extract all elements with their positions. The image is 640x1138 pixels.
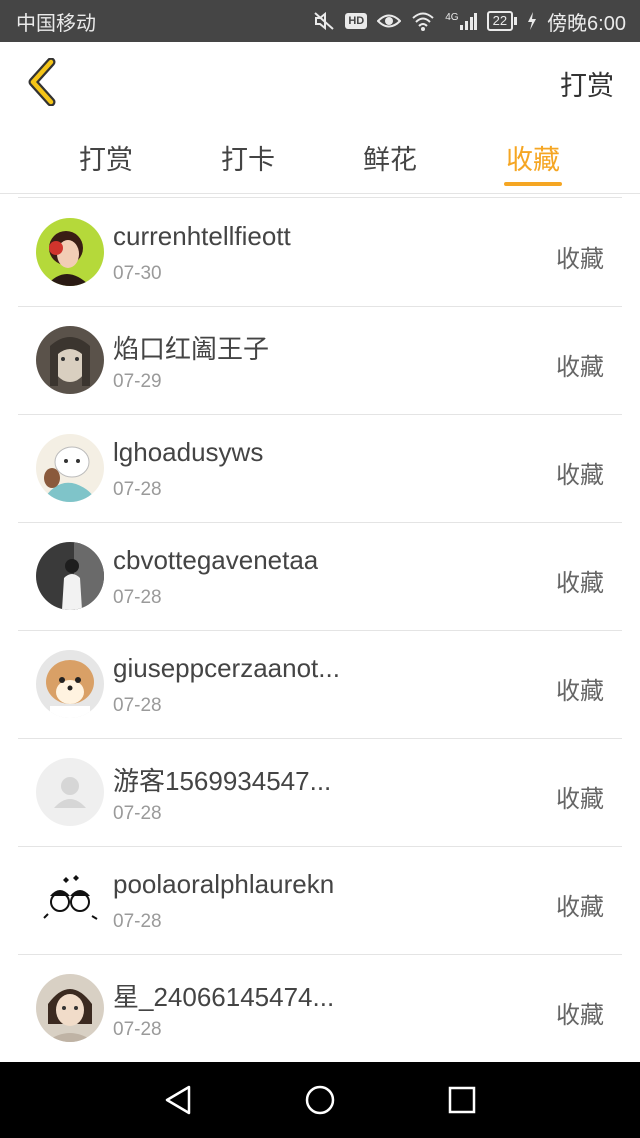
charging-icon [527,12,537,30]
hd-icon: HD [345,13,368,29]
circle-home-icon [305,1085,335,1115]
item-date: 07-28 [113,1019,162,1040]
network-type: 4G [445,12,459,23]
tab-flowers[interactable]: 鲜花 [350,138,430,177]
back-chevron-icon [28,58,56,106]
item-action-label: 收藏 [556,678,604,705]
list-item[interactable]: 星_24066145474... 07-28 收藏 [0,955,640,1063]
list-item[interactable]: cbvottegavenetaa 07-28 收藏 [0,523,640,631]
item-action-label: 收藏 [556,462,604,489]
tab-reward[interactable]: 打赏 [66,138,146,177]
user-name: cbvottegavenetaa [113,545,319,575]
tab-bar: 打赏 打卡 鲜花 收藏 [0,124,640,194]
wifi-icon [411,11,435,31]
list-item[interactable]: currenhtellfieott 07-30 收藏 [0,199,640,307]
tab-favorites[interactable]: 收藏 [493,138,573,177]
mute-icon [313,11,335,31]
list-item[interactable]: lghoadusyws 07-28 收藏 [0,415,640,523]
avatar [36,974,104,1042]
user-name: 游客1569934547... [113,766,332,796]
item-action-label: 收藏 [556,1002,604,1029]
user-name: 星_24066145474... [113,982,335,1012]
user-name: giuseppcerzaanot... [113,653,340,683]
nav-recents-button[interactable] [442,1080,482,1120]
list-item[interactable]: poolaoralphlaurekn 07-28 收藏 [0,847,640,955]
avatar [36,758,104,826]
nav-back-button[interactable] [158,1080,198,1120]
item-date: 07-28 [113,479,162,500]
item-date: 07-28 [113,695,162,716]
list-item[interactable]: 游客1569934547... 07-28 收藏 [0,739,640,847]
avatar [36,218,104,286]
signal-icon: 4G [445,12,477,30]
item-action-label: 收藏 [556,786,604,813]
default-user-icon [36,758,104,826]
item-date: 07-28 [113,587,162,608]
status-icons: HD 4G 22 傍晚6:00 [313,7,626,36]
system-nav-bar [0,1062,640,1138]
list-item[interactable]: giuseppcerzaanot... 07-28 收藏 [0,631,640,739]
favorites-list: currenhtellfieott 07-30 收藏 焰口红阖王子 07-29 … [0,199,640,1063]
avatar [36,326,104,394]
user-name: poolaoralphlaurekn [113,869,335,899]
active-tab-indicator [504,182,562,186]
list-item[interactable]: 焰口红阖王子 07-29 收藏 [0,307,640,415]
user-name: lghoadusyws [113,437,264,467]
item-date: 07-30 [113,263,162,284]
avatar [36,866,104,934]
clock: 傍晚6:00 [547,12,626,35]
item-action-label: 收藏 [556,894,604,921]
item-action-label: 收藏 [556,570,604,597]
avatar [36,434,104,502]
tab-checkin[interactable]: 打卡 [208,138,288,177]
user-name: currenhtellfieott [113,221,291,251]
item-action-label: 收藏 [556,246,604,273]
battery-level: 22 [486,11,514,31]
square-recents-icon [448,1086,476,1114]
reward-button[interactable]: 打赏 [560,64,614,103]
carrier-label: 中国移动 [16,12,96,35]
item-date: 07-29 [113,371,162,392]
status-bar: 中国移动 HD 4G 22 傍晚6:00 [0,0,640,42]
nav-home-button[interactable] [300,1080,340,1120]
item-action-label: 收藏 [556,354,604,381]
item-date: 07-28 [113,911,162,932]
divider [18,197,622,198]
battery-icon: 22 [486,11,518,31]
app-header: 打赏 [0,42,640,124]
back-button[interactable] [22,56,62,108]
eye-icon [377,12,402,30]
triangle-back-icon [165,1085,191,1115]
avatar [36,650,104,718]
user-name: 焰口红阖王子 [113,334,270,364]
item-date: 07-28 [113,803,162,824]
avatar [36,542,104,610]
